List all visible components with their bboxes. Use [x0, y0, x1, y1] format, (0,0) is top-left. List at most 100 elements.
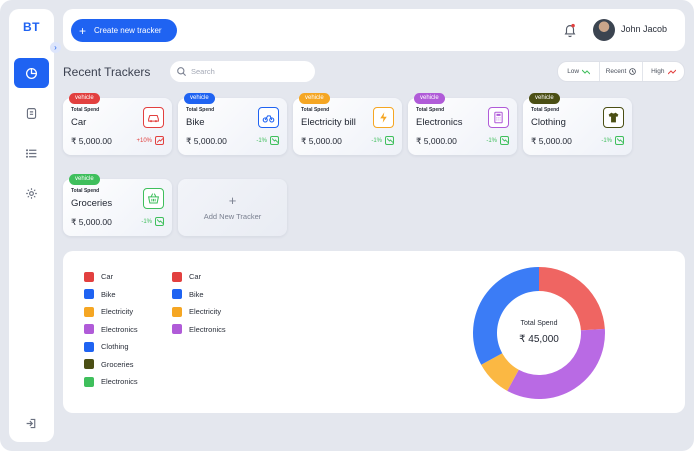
clock-icon [629, 68, 637, 75]
nav-dashboard[interactable] [14, 58, 49, 88]
legend-item: Electronics [84, 321, 138, 339]
sidebar: BT [9, 9, 54, 442]
legend-item: Electronics [84, 373, 138, 391]
legend-swatch [172, 289, 182, 300]
tracker-card[interactable]: vehicle Total Spend Electronics ₹ 5,000.00 -… [408, 93, 517, 155]
legend-label: Electronics [101, 377, 138, 387]
donut-label: Total Spend [520, 320, 558, 327]
tracker-name: Electronics [416, 117, 463, 128]
legend-left: Car Bike Electricity Electronics Clothing Gro… [84, 268, 138, 391]
tracker-name: Car [71, 117, 87, 128]
legend-swatch [84, 306, 94, 317]
legend-label: Car [101, 272, 114, 282]
trend-down-icon [155, 217, 164, 226]
category-icon-box [603, 107, 624, 128]
create-tracker-button[interactable]: + Create new tracker [71, 19, 177, 42]
legend-item: Bike [172, 286, 226, 304]
add-tracker-card[interactable]: + Add New Tracker [178, 179, 287, 236]
legend-swatch [172, 271, 182, 282]
bell-icon[interactable] [563, 22, 577, 38]
nav-list[interactable] [14, 138, 49, 168]
sidebar-collapse-toggle[interactable]: › [50, 42, 61, 53]
filter-high-label: High [651, 68, 665, 75]
change-value: -1% [601, 137, 612, 144]
legend-swatch [172, 324, 182, 335]
change-indicator: -1% [256, 136, 279, 145]
legend-label: Electronics [101, 324, 138, 334]
tracker-amount: ₹ 5,000.00 [416, 136, 457, 146]
avatar[interactable] [593, 19, 615, 41]
legend-item: Groceries [84, 356, 138, 374]
legend-label: Bike [189, 289, 204, 299]
section-title: Recent Trackers [63, 65, 151, 79]
tracker-card[interactable]: vehicle Total Spend Groceries ₹ 5,000.00 -1% [63, 174, 172, 236]
total-spend-label: Total Spend [71, 188, 100, 194]
tracker-card[interactable]: vehicle Total Spend Car ₹ 5,000.00 +10% [63, 93, 172, 155]
user-name[interactable]: John Jacob [621, 24, 667, 34]
total-spend-label: Total Spend [531, 107, 560, 113]
legend-swatch [172, 306, 182, 317]
summary-panel: Car Bike Electricity Electronics Clothing Gro… [63, 251, 685, 413]
receipt-icon [26, 107, 37, 119]
category-badge: vehicle [69, 174, 100, 185]
legend-label: Electronics [189, 324, 226, 334]
category-badge: vehicle [529, 93, 560, 104]
filter-high[interactable]: High [643, 62, 684, 81]
trend-up-icon [667, 69, 676, 74]
legend-item: Electricity [172, 303, 226, 321]
nav-settings[interactable] [14, 178, 49, 208]
filter-recent[interactable]: Recent [600, 62, 643, 81]
tracker-name: Electricity bill [301, 117, 356, 128]
plus-icon: + [228, 193, 237, 208]
trend-down-icon [270, 136, 279, 145]
filter-recent-label: Recent [605, 68, 627, 75]
legend-label: Groceries [101, 359, 134, 369]
legend-swatch [84, 289, 94, 300]
legend-swatch [84, 359, 94, 370]
total-spend-label: Total Spend [301, 107, 330, 113]
nav-receipts[interactable] [14, 98, 49, 128]
shirt-icon [608, 112, 619, 123]
category-badge: vehicle [184, 93, 215, 104]
legend-item: Electricity [84, 303, 138, 321]
app-frame: BT › + Create new tracker John Jacob Rec… [0, 0, 694, 451]
total-spend-label: Total Spend [186, 107, 215, 113]
change-indicator: -1% [141, 217, 164, 226]
filter-low-label: Low [567, 68, 580, 75]
legend-swatch [84, 324, 94, 335]
legend-item: Car [84, 268, 138, 286]
change-value: +10% [136, 137, 152, 144]
legend-swatch [84, 271, 94, 282]
car-icon [148, 114, 159, 123]
category-icon-box [258, 107, 279, 128]
tracker-amount: ₹ 5,000.00 [301, 136, 342, 146]
legend-label: Bike [101, 289, 116, 299]
change-value: -1% [371, 137, 382, 144]
category-icon-box [143, 107, 164, 128]
trend-down-icon [500, 136, 509, 145]
legend-swatch [84, 376, 94, 387]
change-value: -1% [141, 218, 152, 225]
change-indicator: -1% [486, 136, 509, 145]
add-tracker-label: Add New Tracker [203, 212, 262, 221]
logout-button[interactable] [14, 408, 49, 438]
change-value: -1% [486, 137, 497, 144]
change-indicator: -1% [601, 136, 624, 145]
tracker-amount: ₹ 5,000.00 [71, 136, 112, 146]
search-input[interactable] [191, 65, 306, 78]
filter-low[interactable]: Low [558, 62, 601, 81]
search-icon [177, 67, 187, 77]
motorbike-icon [262, 115, 275, 123]
tracker-amount: ₹ 5,000.00 [531, 136, 572, 146]
tracker-card[interactable]: vehicle Total Spend Clothing ₹ 5,000.00 -1% [523, 93, 632, 155]
sort-filter: Low Recent High [557, 61, 685, 82]
category-badge: vehicle [414, 93, 445, 104]
list-icon [25, 148, 37, 158]
app-logo: BT [23, 20, 40, 34]
change-indicator: +10% [136, 136, 164, 145]
tracker-name: Clothing [531, 117, 566, 128]
tracker-card[interactable]: vehicle Total Spend Electricity bill ₹ 5,00… [293, 93, 402, 155]
tracker-card[interactable]: vehicle Total Spend Bike ₹ 5,000.00 -1% [178, 93, 287, 155]
legend-label: Electricity [101, 307, 134, 317]
category-badge: vehicle [299, 93, 330, 104]
